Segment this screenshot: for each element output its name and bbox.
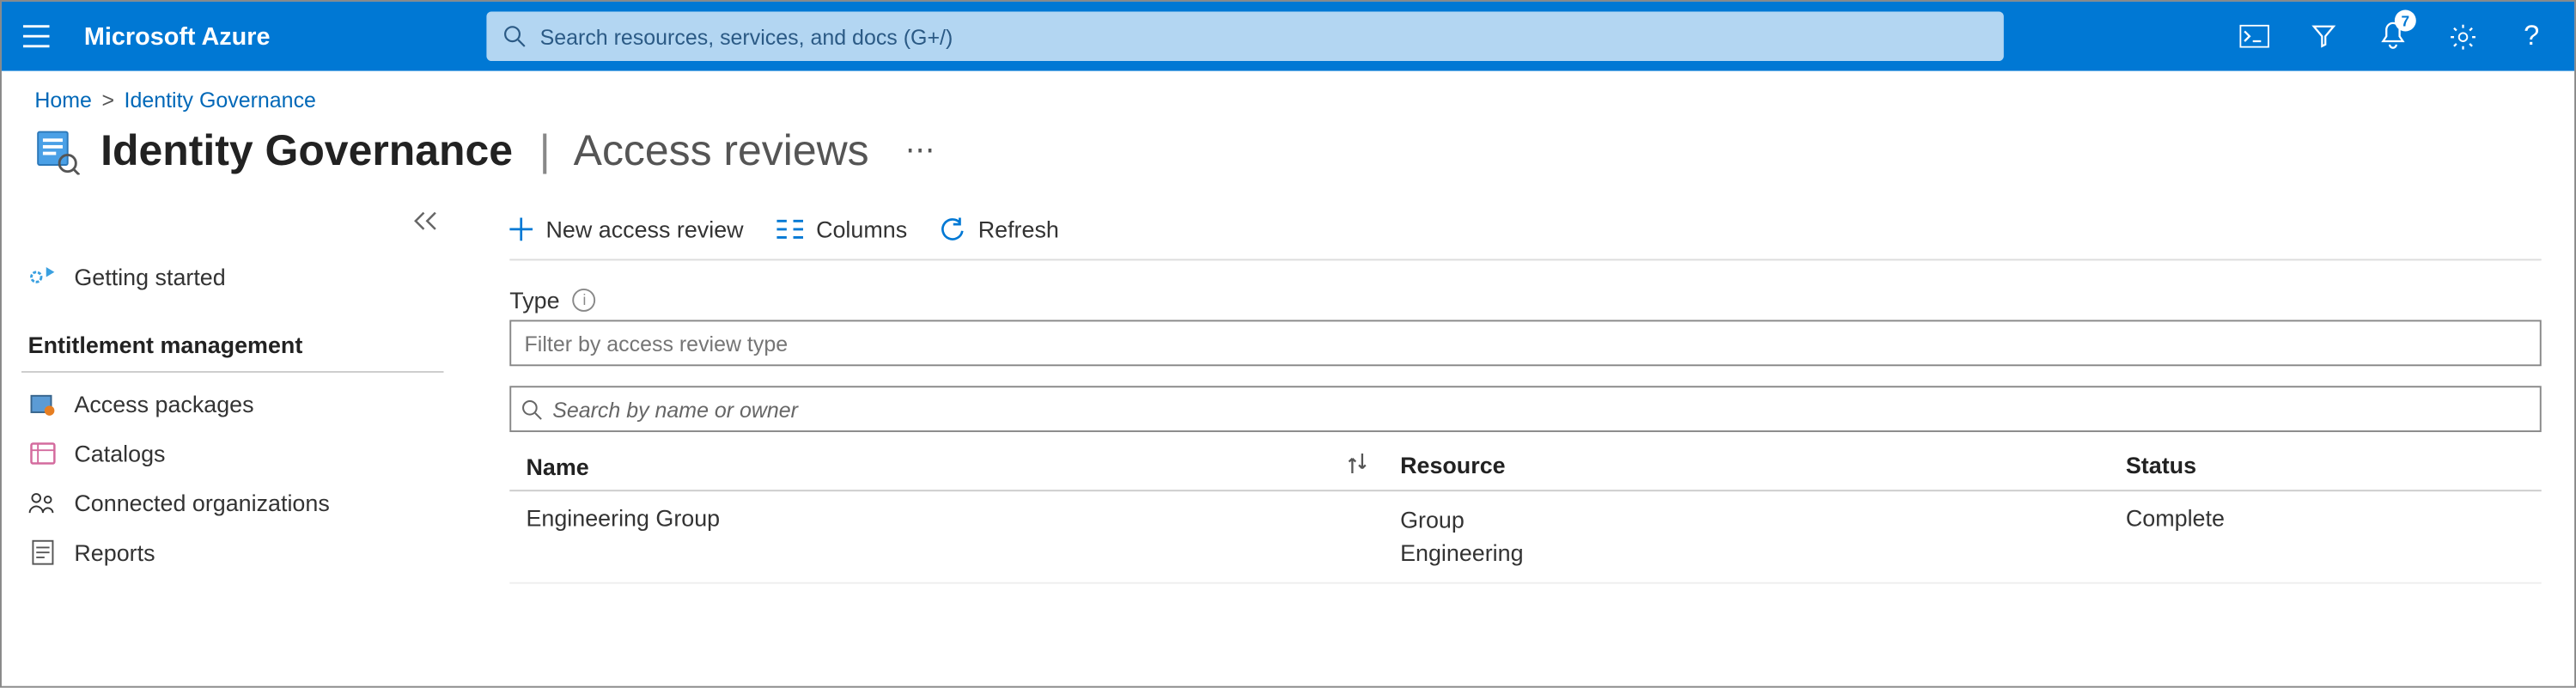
title-bar: Identity Governance | Access reviews ⋯ xyxy=(2,122,2574,193)
sidebar-item-label: Catalogs xyxy=(74,441,165,467)
cell-name: Engineering Group xyxy=(526,505,1400,532)
sidebar-item-label: Reports xyxy=(74,539,155,566)
column-header-resource[interactable]: Resource xyxy=(1400,452,2126,480)
global-search-input[interactable] xyxy=(540,24,1988,49)
help-icon: ? xyxy=(2524,20,2539,52)
sidebar: Getting started Entitlement management A… xyxy=(2,193,464,584)
sidebar-item-catalogs[interactable]: Catalogs xyxy=(21,429,444,478)
cloud-shell-button[interactable] xyxy=(2221,2,2287,71)
breadcrumb: Home > Identity Governance xyxy=(2,71,2574,123)
sidebar-item-label: Connected organizations xyxy=(74,490,329,516)
command-bar: New access review Columns Refresh xyxy=(509,210,2541,261)
cell-resource: Group Engineering xyxy=(1400,505,2126,569)
plus-icon xyxy=(509,217,533,240)
column-header-status[interactable]: Status xyxy=(2126,452,2525,480)
new-access-review-button[interactable]: New access review xyxy=(509,216,743,243)
refresh-icon xyxy=(941,216,965,241)
page-subtitle: Access reviews xyxy=(574,125,869,177)
type-filter-label-row: Type i xyxy=(509,260,2541,320)
notifications-button[interactable]: 7 xyxy=(2360,2,2427,71)
table-row[interactable]: Engineering Group Group Engineering Comp… xyxy=(509,491,2541,584)
getting-started-icon xyxy=(28,264,58,290)
columns-icon xyxy=(776,219,803,239)
hamburger-icon xyxy=(23,25,50,48)
button-label: New access review xyxy=(546,216,744,243)
breadcrumb-separator: > xyxy=(101,88,114,113)
search-icon xyxy=(521,399,543,420)
sidebar-item-label: Getting started xyxy=(74,264,225,290)
title-divider: | xyxy=(533,125,554,177)
reports-icon xyxy=(28,539,58,566)
top-bar: Microsoft Azure 7 ? xyxy=(2,2,2574,71)
gear-icon xyxy=(2448,22,2476,51)
search-filter[interactable] xyxy=(509,386,2541,432)
search-filter-input[interactable] xyxy=(552,397,2530,422)
sidebar-item-access-packages[interactable]: Access packages xyxy=(21,380,444,429)
sort-icon[interactable] xyxy=(1348,452,1400,480)
page-title: Identity Governance xyxy=(100,125,513,177)
type-filter-input[interactable] xyxy=(525,331,2527,356)
sidebar-item-reports[interactable]: Reports xyxy=(21,527,444,577)
button-label: Refresh xyxy=(978,216,1059,243)
type-filter[interactable] xyxy=(509,320,2541,366)
brand-label[interactable]: Microsoft Azure xyxy=(71,22,303,51)
global-search[interactable] xyxy=(487,11,2004,61)
breadcrumb-current[interactable]: Identity Governance xyxy=(125,88,316,113)
notification-badge: 7 xyxy=(2395,10,2416,32)
page-icon xyxy=(34,128,81,174)
sidebar-item-connected-orgs[interactable]: Connected organizations xyxy=(21,478,444,528)
filter-icon xyxy=(2311,23,2337,50)
chevron-double-left-icon xyxy=(414,211,437,231)
resource-name: Engineering xyxy=(1400,537,2126,569)
button-label: Columns xyxy=(816,216,907,243)
breadcrumb-home[interactable]: Home xyxy=(34,88,92,113)
table-header: Name Resource Status xyxy=(509,442,2541,492)
resource-type: Group xyxy=(1400,505,2126,538)
info-icon[interactable]: i xyxy=(573,289,596,312)
columns-button[interactable]: Columns xyxy=(776,216,907,243)
sidebar-section-entitlement: Entitlement management xyxy=(21,301,444,373)
search-wrap xyxy=(303,11,2189,61)
type-label: Type xyxy=(509,287,559,314)
body: Getting started Entitlement management A… xyxy=(2,193,2574,584)
sidebar-item-getting-started[interactable]: Getting started xyxy=(21,253,444,302)
search-icon xyxy=(503,25,527,48)
access-packages-icon xyxy=(28,391,58,417)
settings-button[interactable] xyxy=(2429,2,2495,71)
connected-orgs-icon xyxy=(28,491,58,514)
cell-status: Complete xyxy=(2126,505,2525,532)
main-content: New access review Columns Refresh Type i xyxy=(464,193,2575,584)
top-icons: 7 ? xyxy=(2189,2,2574,71)
menu-toggle[interactable] xyxy=(2,25,71,48)
help-button[interactable]: ? xyxy=(2499,2,2565,71)
refresh-button[interactable]: Refresh xyxy=(941,216,1059,243)
cloud-shell-icon xyxy=(2239,25,2269,48)
directories-button[interactable] xyxy=(2291,2,2357,71)
column-header-name[interactable]: Name xyxy=(526,452,1400,480)
collapse-sidebar[interactable] xyxy=(21,210,444,253)
more-actions[interactable]: ⋯ xyxy=(889,134,937,168)
catalogs-icon xyxy=(28,441,58,467)
identity-governance-icon xyxy=(34,128,81,174)
sidebar-item-label: Access packages xyxy=(74,391,253,417)
